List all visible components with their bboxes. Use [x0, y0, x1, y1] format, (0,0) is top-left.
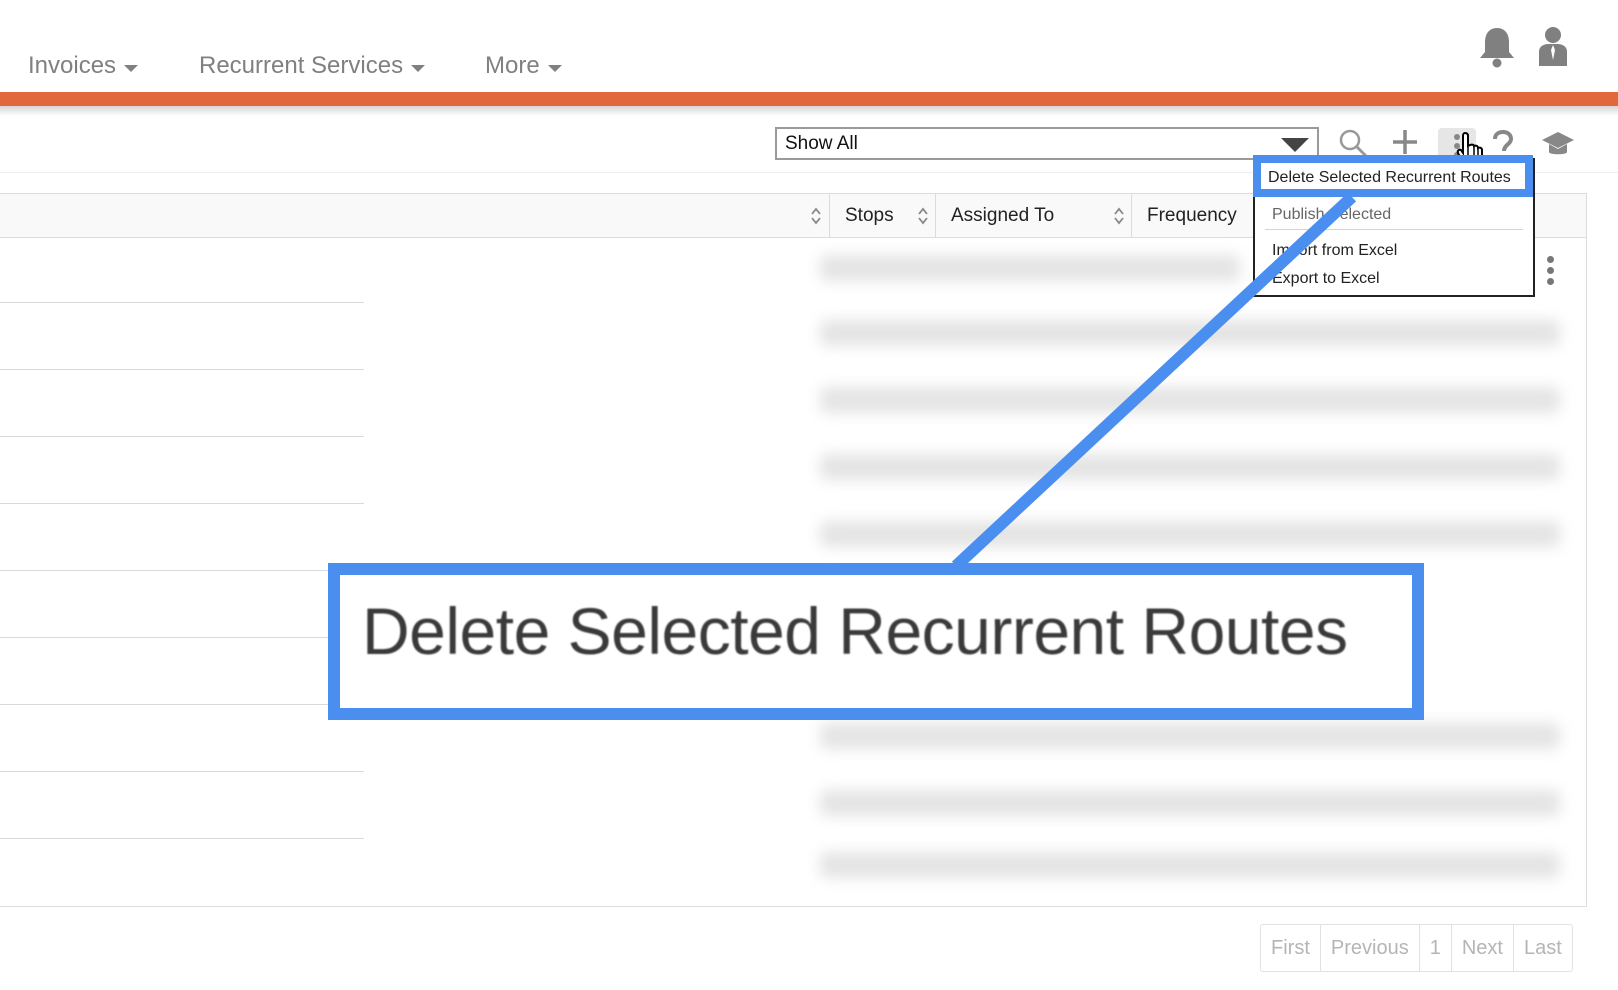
- pagination-page[interactable]: 1: [1418, 925, 1451, 971]
- menu-item-delete-highlight[interactable]: Delete Selected Recurrent Routes: [1253, 155, 1533, 197]
- menu-item-delete-selected-recurrent-routes[interactable]: Delete Selected Recurrent Routes: [1268, 169, 1511, 187]
- pagination-first[interactable]: First: [1261, 925, 1320, 971]
- callout-text: Delete Selected Recurrent Routes: [362, 594, 1348, 668]
- pagination: First Previous 1 Next Last: [1260, 924, 1573, 972]
- pagination-next[interactable]: Next: [1450, 925, 1513, 971]
- zoom-callout: Delete Selected Recurrent Routes: [328, 563, 1424, 720]
- pagination-previous[interactable]: Previous: [1319, 925, 1419, 971]
- pagination-last[interactable]: Last: [1512, 925, 1572, 971]
- callout-connector: [951, 192, 1357, 571]
